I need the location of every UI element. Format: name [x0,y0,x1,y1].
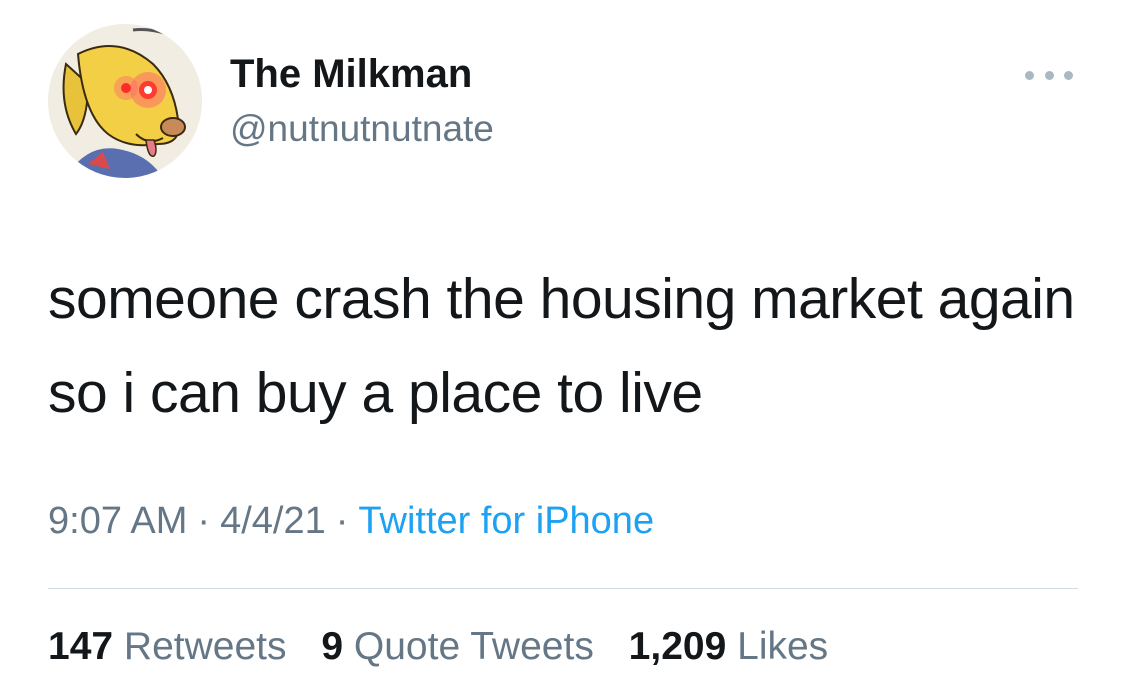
tweet-date[interactable]: 4/4/21 [220,500,326,542]
quote-tweets-count: 9 [321,625,344,668]
retweets-count: 147 [48,625,114,668]
more-options-icon[interactable] [1025,66,1073,84]
dot-icon [1025,70,1034,80]
avatar[interactable] [48,24,202,178]
likes-label: Likes [737,625,829,668]
user-handle[interactable]: @nutnutnutnate [230,108,494,150]
retweets-label: Retweets [123,625,287,668]
tweet-meta: 9:07 AM · 4/4/21 · Twitter for iPhone [48,500,654,543]
tweet-time[interactable]: 9:07 AM [48,500,187,542]
meta-separator: · [197,500,211,542]
tweet-text: someone crash the housing market again s… [48,267,1075,425]
tweet-card: The Milkman @nutnutnutnate someone crash… [0,0,1125,689]
cartoon-dog-avatar-icon [48,24,202,178]
display-name[interactable]: The Milkman [230,52,472,97]
quote-tweets-stat[interactable]: 9 Quote Tweets [321,625,593,669]
tweet-stats: 147 Retweets 9 Quote Tweets 1,209 Likes [48,625,852,669]
dot-icon [1064,70,1073,80]
tweet-source-link[interactable]: Twitter for iPhone [358,500,654,542]
quote-tweets-label: Quote Tweets [353,625,594,668]
divider [48,588,1078,589]
likes-stat[interactable]: 1,209 Likes [629,625,829,669]
meta-separator: · [335,500,349,542]
dot-icon [1044,70,1054,80]
retweets-stat[interactable]: 147 Retweets [48,625,287,669]
likes-count: 1,209 [628,625,727,668]
